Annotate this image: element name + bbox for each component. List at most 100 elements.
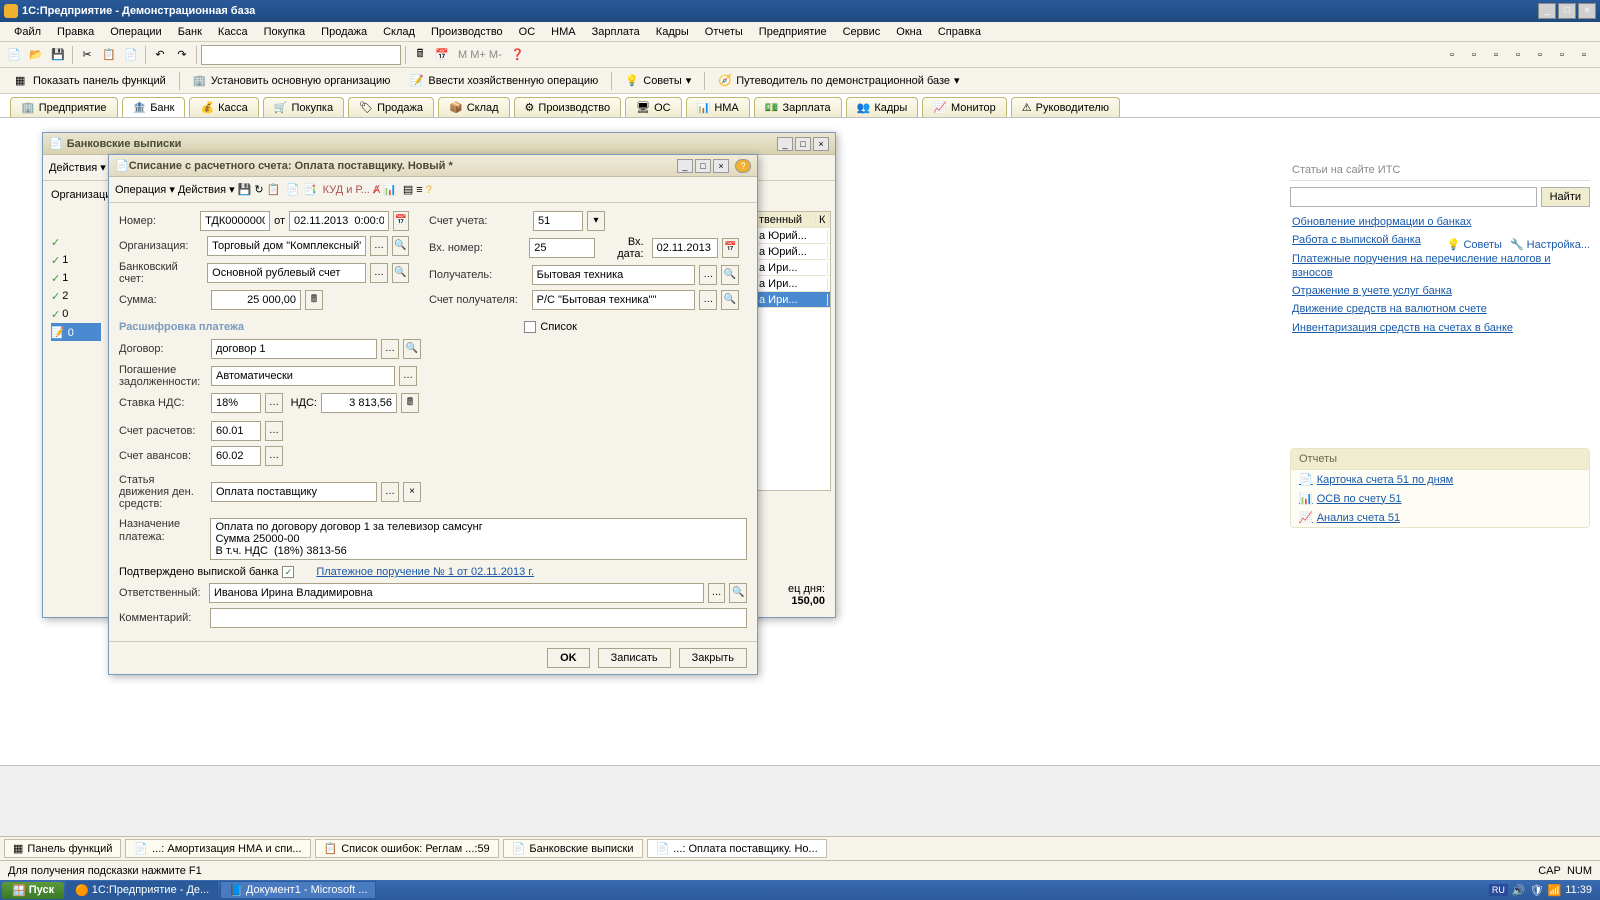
its-link[interactable]: Отражение в учете услуг банка [1292,284,1588,298]
settleacct-input[interactable] [211,421,261,441]
modal-tool-icon[interactable]: 📊 [383,183,397,196]
acct-input[interactable] [533,211,583,231]
taskbar-app-1c[interactable]: 🟠1С:Предприятие - Де... [66,881,218,899]
its-link[interactable]: Движение средств на валютном счете [1292,302,1588,316]
modal-tool-icon[interactable]: 📄 [286,183,300,196]
modal-tool-icon[interactable]: 💾 [238,183,252,196]
sum-input[interactable] [211,290,301,310]
modal-actions-menu[interactable]: Действия ▾ [178,183,235,196]
clear-icon[interactable]: × [403,482,421,502]
lookup-icon[interactable]: 🔍 [392,236,409,256]
menu-edit[interactable]: Правка [49,24,102,40]
menu-service[interactable]: Сервис [835,24,889,40]
taskbar-app-word[interactable]: 📘Документ1 - Microsoft ... [220,881,376,899]
vxdate-input[interactable] [652,238,718,258]
menu-enterprise[interactable]: Предприятие [751,24,835,40]
purpose-textarea[interactable] [210,518,747,560]
tool-icon[interactable]: ▫ [1574,45,1594,65]
bg-min-button[interactable]: _ [777,137,793,151]
modal-min-button[interactable]: _ [677,159,693,173]
calendar-icon[interactable]: 📅 [722,238,739,258]
calc-icon[interactable]: 🖩 [410,45,430,65]
lookup-icon[interactable]: 🔍 [392,263,409,283]
menu-bank[interactable]: Банк [170,24,210,40]
bg-max-button[interactable]: □ [795,137,811,151]
close-button[interactable]: Закрыть [679,648,747,668]
recip-input[interactable] [532,265,696,285]
tool-icon[interactable]: ▫ [1508,45,1528,65]
racct-input[interactable] [532,290,696,310]
its-link[interactable]: Платежные поручения на перечисление нало… [1292,252,1588,281]
its-link[interactable]: Работа с выпиской банка [1292,233,1588,247]
calendar-icon[interactable]: 📅 [432,45,452,65]
tab-salary[interactable]: 💵Зарплата [754,97,842,117]
minimize-button[interactable]: _ [1538,3,1556,19]
vat-input[interactable] [321,393,397,413]
menu-sale[interactable]: Продажа [313,24,375,40]
report-link[interactable]: 📈Анализ счета 51 [1291,508,1589,527]
toolbar-search-box[interactable] [201,45,401,65]
bg-close-button[interactable]: × [813,137,829,151]
menu-production[interactable]: Производство [423,24,511,40]
guide-button[interactable]: 🧭Путеводитель по демонстрационной базе ▾ [711,71,966,91]
close-button[interactable]: × [1578,3,1596,19]
menu-os[interactable]: ОС [511,24,544,40]
confirm-checkbox[interactable] [282,566,294,578]
modal-operation-menu[interactable]: Операция ▾ [115,183,175,196]
tab-hr[interactable]: 👥Кадры [846,97,919,117]
redo-icon[interactable]: ↷ [172,45,192,65]
tab-production[interactable]: ⚙Производство [514,97,622,117]
modal-tool-icon[interactable]: 📑 [303,183,317,196]
clock[interactable]: 11:39 [1565,884,1592,896]
tab-sale[interactable]: 🏷Продажа [348,97,434,117]
calc-icon[interactable]: 🖩 [305,290,323,310]
ok-button[interactable]: OK [547,648,590,668]
tool-icon[interactable]: ▫ [1442,45,1462,65]
lookup-icon[interactable]: 🔍 [729,583,747,603]
responsible-input[interactable] [209,583,704,603]
number-input[interactable] [200,211,270,231]
select-icon[interactable]: … [399,366,417,386]
modal-close-button[interactable]: × [713,159,729,173]
modal-help-icon[interactable]: ? [426,184,432,196]
select-icon[interactable]: … [381,482,399,502]
tb-errors[interactable]: 📋Список ошибок: Реглам ...:59 [315,839,499,858]
modal-tool-icon[interactable]: Ⱥ [373,184,380,196]
save-icon[interactable]: 💾 [48,45,68,65]
open-icon[interactable]: 📂 [26,45,46,65]
cut-icon[interactable]: ✂ [77,45,97,65]
bankacct-input[interactable] [207,263,366,283]
tb-panel-functions[interactable]: ▦Панель функций [4,839,121,858]
menu-cash[interactable]: Касса [210,24,256,40]
select-icon[interactable]: … [699,265,717,285]
its-search-input[interactable] [1290,187,1537,207]
tool-icon[interactable]: ▫ [1464,45,1484,65]
report-link[interactable]: 📄Карточка счета 51 по дням [1291,470,1589,489]
tab-purchase[interactable]: 🛒Покупка [263,97,344,117]
menu-reports[interactable]: Отчеты [697,24,751,40]
list-checkbox[interactable] [524,321,536,333]
lang-indicator[interactable]: RU [1489,884,1508,896]
its-find-button[interactable]: Найти [1541,187,1590,207]
modal-tool-icon[interactable]: ≡ [416,184,422,196]
advice-button[interactable]: 💡Советы ▾ [618,71,698,91]
calendar-icon[interactable]: 📅 [393,211,409,231]
date-input[interactable] [289,211,389,231]
lookup-icon[interactable]: 🔍 [403,339,421,359]
tray-icon[interactable]: 🛡 [1530,884,1544,897]
modal-tool-icon[interactable]: ↻ [254,183,263,196]
tab-nma[interactable]: 📊НМА [686,97,750,117]
lookup-icon[interactable]: 🔍 [721,290,739,310]
tb-payment[interactable]: 📄...: Оплата поставщику. Но... [647,839,827,858]
show-panel-button[interactable]: ▦Показать панель функций [8,71,173,91]
modal-tool-icon[interactable]: 📋 [267,183,281,196]
bg-actions-menu[interactable]: Действия ▾ [49,161,106,174]
select-icon[interactable]: … [265,446,283,466]
tab-enterprise[interactable]: 🏢Предприятие [10,97,118,117]
menu-warehouse[interactable]: Склад [375,24,423,40]
modal-help-icon[interactable]: ? [735,159,751,173]
tool-icon[interactable]: ▫ [1552,45,1572,65]
menu-operations[interactable]: Операции [102,24,169,40]
menu-file[interactable]: Файл [6,24,49,40]
start-button[interactable]: 🪟Пуск [2,882,64,899]
